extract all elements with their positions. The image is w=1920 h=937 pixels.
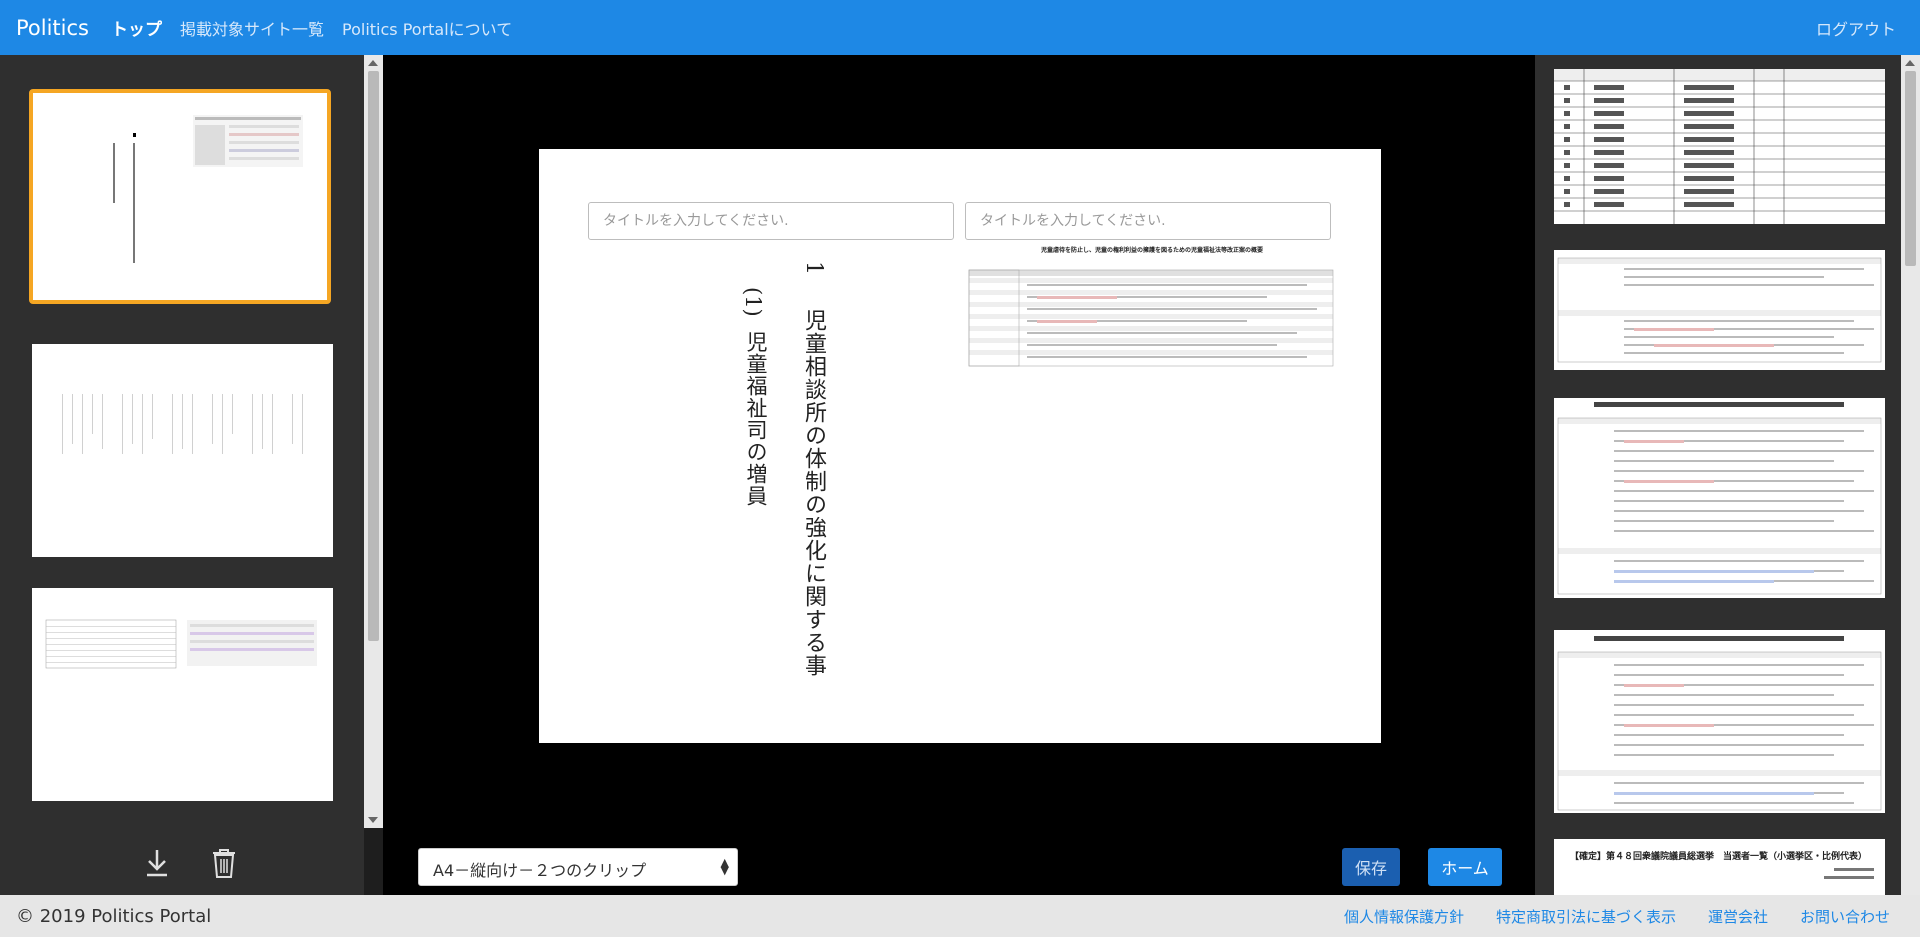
clip-list-panel: 【確定】第４８回衆議院議員総選挙 当選者一覧（小選挙区・比例代表） xyxy=(1535,55,1901,895)
page-thumbnail-1[interactable] xyxy=(29,89,331,304)
commercial-law-link[interactable]: 特定商取引法に基づく表示 xyxy=(1496,906,1676,927)
layout-select[interactable]: A4－縦向け－２つのクリップ ▲ ▼ xyxy=(418,848,738,886)
logout-link[interactable]: ログアウト xyxy=(1816,16,1896,40)
right-scrollbar[interactable] xyxy=(1901,55,1920,895)
scroll-up-arrow-icon[interactable] xyxy=(368,60,378,66)
nav-about[interactable]: Politics Portalについて xyxy=(342,16,512,40)
copyright: © 2019 Politics Portal xyxy=(16,905,212,927)
company-link[interactable]: 運営会社 xyxy=(1708,906,1768,927)
brand-logo[interactable]: Politics xyxy=(16,16,89,40)
clip-thumbnail-5[interactable]: 【確定】第４８回衆議院議員総選挙 当選者一覧（小選挙区・比例代表） xyxy=(1554,839,1885,895)
scroll-up-arrow-icon[interactable] xyxy=(1905,60,1915,66)
page-preview: 1 児童相談所の体制の強化に関する事 (1) 児童福祉司の増員 児童虐待を防止し… xyxy=(539,149,1381,743)
save-button[interactable]: 保存 xyxy=(1342,848,1400,886)
privacy-policy-link[interactable]: 個人情報保護方針 xyxy=(1344,906,1464,927)
page-thumbnail-2[interactable] xyxy=(32,344,333,557)
trash-icon[interactable] xyxy=(207,845,241,881)
page-list-panel xyxy=(0,55,364,895)
clip-thumbnail-1[interactable] xyxy=(1554,69,1885,224)
nav-top[interactable]: トップ xyxy=(111,15,162,40)
subheading: 児童福祉司の増員 xyxy=(744,331,768,507)
nav-site-list[interactable]: 掲載対象サイト一覧 xyxy=(180,16,324,40)
clip-thumbnail-image xyxy=(1557,257,1882,363)
download-icon[interactable] xyxy=(140,845,174,881)
layout-select-value: A4－縦向け－２つのクリップ xyxy=(433,861,647,880)
clip-thumbnail-image xyxy=(1557,636,1882,811)
clip-thumbnail-image xyxy=(1557,402,1882,595)
scrollbar-thumb[interactable] xyxy=(368,71,379,641)
page-heading: 児童相談所の体制の強化に関する事 xyxy=(801,309,826,677)
scroll-down-arrow-icon[interactable] xyxy=(368,817,378,823)
document-title: 児童虐待を防止し、児童の権利利益の擁護を図るための児童福祉法等改正案の概要 xyxy=(1040,247,1263,254)
subheading-number: (1) xyxy=(741,287,765,317)
contact-link[interactable]: お問い合わせ xyxy=(1800,906,1890,927)
title-input-right[interactable] xyxy=(965,202,1331,240)
title-input-left[interactable] xyxy=(588,202,954,240)
document-table-image xyxy=(968,269,1334,367)
page-number: 1 xyxy=(801,261,826,275)
footer-links: 個人情報保護方針 特定商取引法に基づく表示 運営会社 お問い合わせ xyxy=(1312,906,1890,927)
home-button[interactable]: ホーム xyxy=(1428,848,1502,886)
clip-thumbnail-4[interactable] xyxy=(1554,630,1885,813)
select-caret-icon: ▲ ▼ xyxy=(720,856,729,877)
clipped-document[interactable]: 児童虐待を防止し、児童の権利利益の擁護を図るための児童福祉法等改正案の概要 xyxy=(967,241,1337,381)
page-thumbnail-image xyxy=(62,394,303,454)
clip-thumbnail-image xyxy=(1824,868,1874,879)
page-thumbnail-3[interactable] xyxy=(32,588,333,801)
clip-thumbnail-image xyxy=(1554,69,1885,224)
left-scrollbar[interactable] xyxy=(364,55,383,828)
scrollbar-thumb[interactable] xyxy=(1905,71,1916,266)
footer: © 2019 Politics Portal 個人情報保護方針 特定商取引法に基… xyxy=(0,895,1920,937)
page-thumbnail-image xyxy=(45,619,317,669)
clip-thumbnail-2[interactable] xyxy=(1554,250,1885,370)
page-thumbnail-image xyxy=(113,115,303,263)
clip-thumbnail-3[interactable] xyxy=(1554,398,1885,598)
clip-title: 【確定】第４８回衆議院議員総選挙 当選者一覧（小選挙区・比例代表） xyxy=(1570,852,1868,862)
top-navbar: Politics トップ 掲載対象サイト一覧 Politics Portalにつ… xyxy=(0,0,1920,55)
